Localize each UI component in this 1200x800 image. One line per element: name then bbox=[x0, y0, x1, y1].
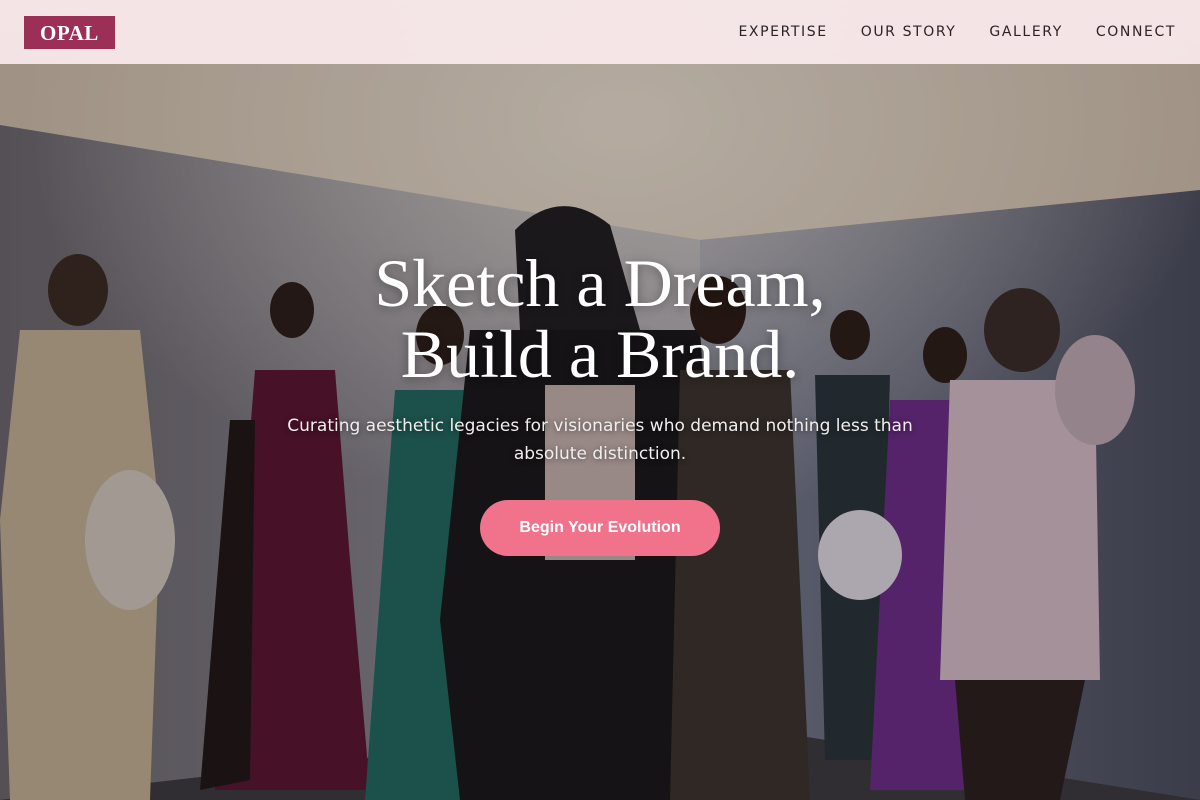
hero-subtitle: Curating aesthetic legacies for visionar… bbox=[287, 416, 913, 464]
navbar: OPAL EXPERTISE OUR STORY GALLERY CONNECT bbox=[0, 0, 1200, 64]
hero-headline-line2: Build a Brand. bbox=[400, 316, 800, 392]
logo[interactable]: OPAL bbox=[24, 15, 115, 49]
nav-item-gallery[interactable]: GALLERY bbox=[989, 24, 1062, 40]
hero-headline: Sketch a Dream, Build a Brand. bbox=[0, 248, 1200, 390]
begin-evolution-button[interactable]: Begin Your Evolution bbox=[480, 500, 720, 556]
nav-item-our-story[interactable]: OUR STORY bbox=[861, 24, 957, 40]
nav-item-expertise[interactable]: EXPERTISE bbox=[738, 24, 827, 40]
main-nav: EXPERTISE OUR STORY GALLERY CONNECT bbox=[738, 24, 1176, 40]
hero-content: Sketch a Dream, Build a Brand. Curating … bbox=[0, 248, 1200, 556]
nav-item-connect[interactable]: CONNECT bbox=[1096, 24, 1176, 40]
hero-headline-line1: Sketch a Dream, bbox=[374, 245, 826, 321]
